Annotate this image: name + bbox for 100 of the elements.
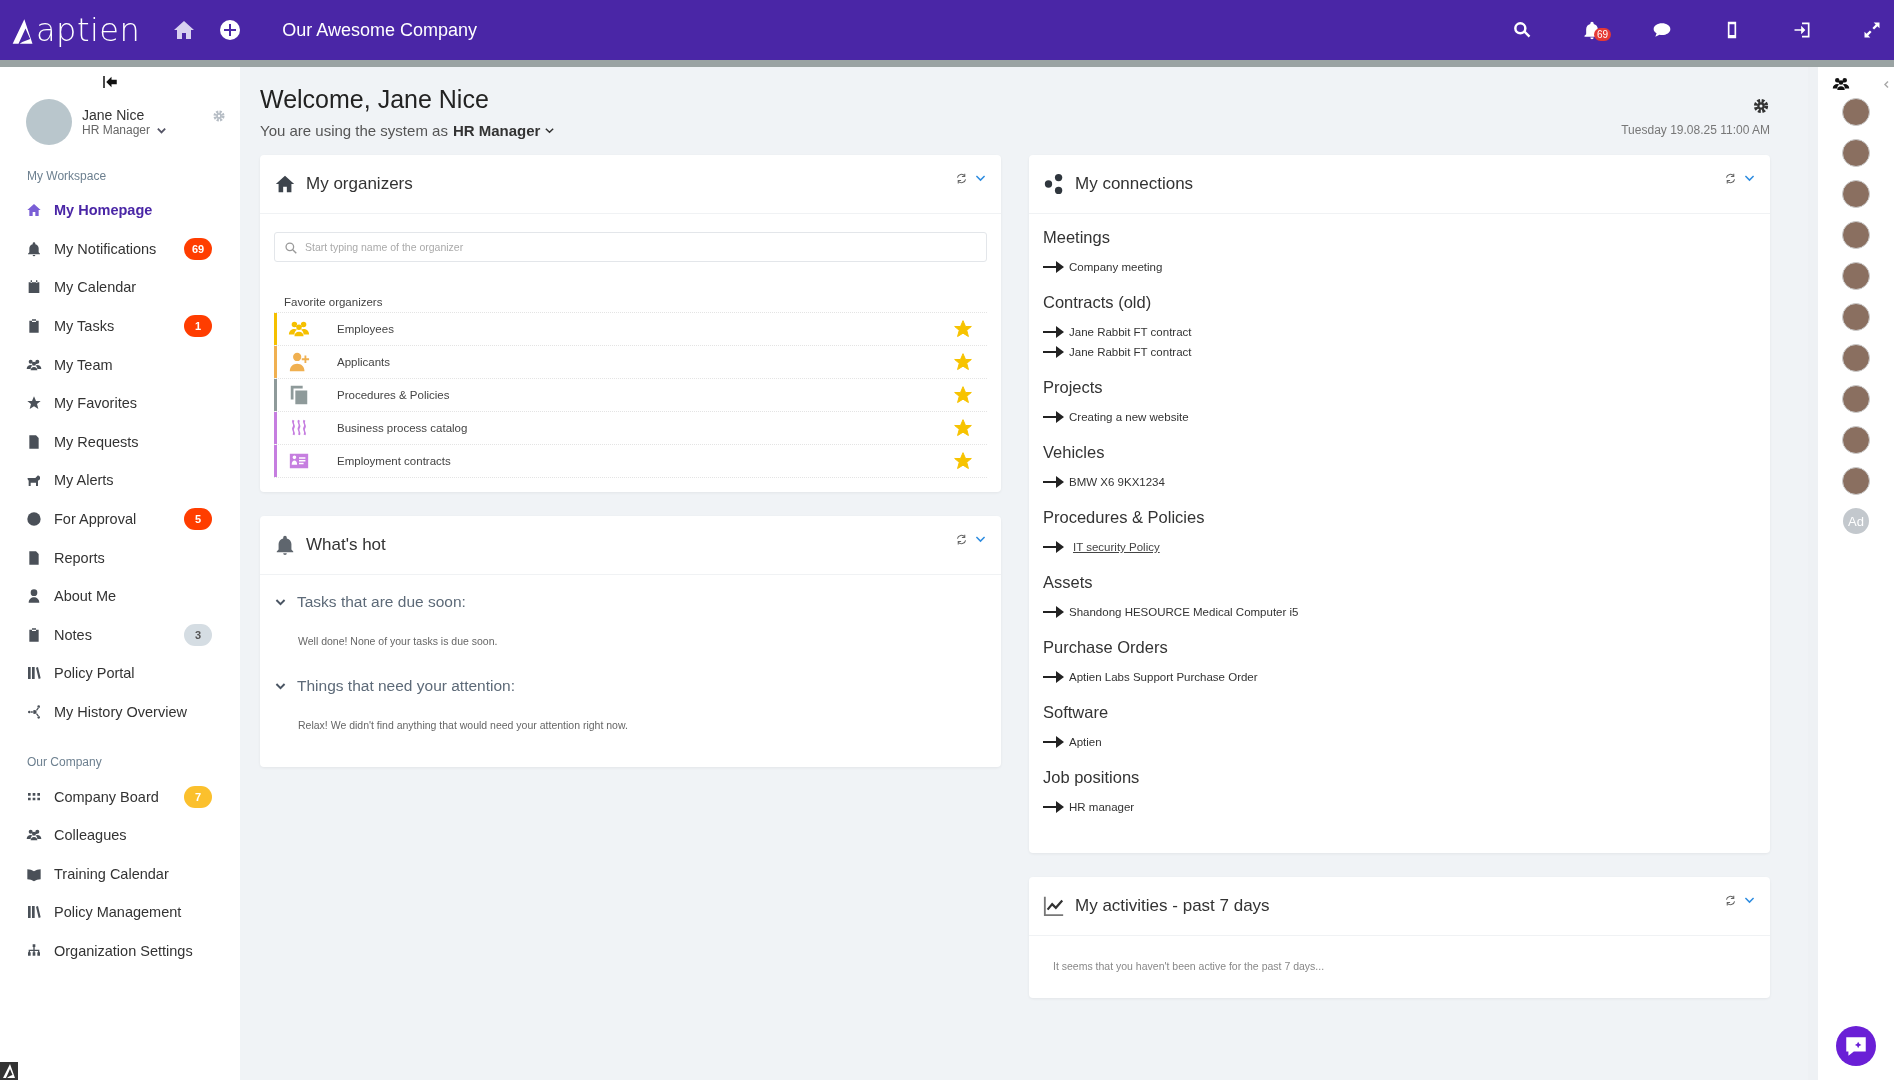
count-badge: 1 <box>184 315 212 338</box>
connection-item[interactable]: Jane Rabbit FT contract <box>1069 326 1192 338</box>
nav-item[interactable]: My Favorites <box>0 383 240 423</box>
colleague-avatar[interactable] <box>1842 426 1870 454</box>
calendar-icon <box>26 279 42 296</box>
organizer-row[interactable]: Employees <box>274 313 987 346</box>
count-badge: 3 <box>184 623 212 646</box>
home-icon <box>274 173 296 195</box>
connection-item[interactable]: Aptien <box>1069 736 1102 748</box>
logout-icon[interactable] <box>1792 20 1812 40</box>
organizer-name: Business process catalog <box>337 422 469 434</box>
colleague-avatar[interactable] <box>1842 344 1870 372</box>
nav-item[interactable]: My Notifications 69 <box>0 229 240 269</box>
arrow-icon <box>1043 411 1065 423</box>
search-icon <box>284 241 298 255</box>
nav-item[interactable]: My Tasks 1 <box>0 306 240 346</box>
arrow-icon <box>1043 326 1065 338</box>
star-icon[interactable] <box>953 451 973 471</box>
arrow-icon <box>1043 736 1065 748</box>
settings-icon[interactable] <box>1752 97 1770 115</box>
nav-item[interactable]: For Approval 5 <box>0 499 240 539</box>
search-field[interactable]: Start typing name of the organizer <box>274 232 987 262</box>
collapse-icon[interactable] <box>101 73 119 91</box>
expand-icon[interactable] <box>1862 20 1882 40</box>
count-badge: 7 <box>184 785 212 808</box>
connection-item[interactable]: Company meeting <box>1069 261 1163 273</box>
colleague-avatar[interactable] <box>1842 98 1870 126</box>
star-icon[interactable] <box>953 352 973 372</box>
nav-item[interactable]: Training Calendar <box>0 854 240 894</box>
nav-item[interactable]: Company Board 7 <box>0 777 240 816</box>
role-selector[interactable]: HR Manager <box>452 122 556 139</box>
nav-item[interactable]: Colleagues <box>0 815 240 855</box>
nav-item[interactable]: My History Overview <box>0 692 240 732</box>
nav-item[interactable]: My Calendar <box>0 268 240 307</box>
share-icon <box>1043 173 1065 195</box>
colleague-avatar[interactable] <box>1842 221 1870 249</box>
organizer-row[interactable]: Applicants <box>274 346 987 379</box>
nav-item[interactable]: Policy Portal <box>0 654 240 693</box>
nav-item[interactable]: My Requests <box>0 422 240 462</box>
organizer-name: Applicants <box>337 356 392 368</box>
section-toggle[interactable]: Things that need your attention: <box>274 677 987 695</box>
connection-item[interactable]: BMW X6 9KX1234 <box>1069 476 1165 488</box>
nav-item[interactable]: My Alerts <box>0 461 240 500</box>
arrow-icon <box>1043 606 1065 618</box>
nodes-icon <box>26 704 42 720</box>
chevron-down-icon <box>544 125 556 136</box>
info-message: Relax! We didn't find anything that would need your attention right now. <box>297 718 629 731</box>
colleague-avatar[interactable] <box>1842 180 1870 208</box>
colleague-avatar[interactable] <box>1842 385 1870 413</box>
panel-title: My connections <box>1075 174 1194 194</box>
chat-button[interactable] <box>1836 1026 1876 1066</box>
welcome-title: Welcome, Jane Nice <box>260 85 490 114</box>
nav-item[interactable]: Organization Settings <box>0 931 240 971</box>
nav-item[interactable]: Reports <box>0 538 240 577</box>
organizer-row[interactable]: Procedures & Policies <box>274 379 987 412</box>
refresh-icon[interactable] <box>955 533 968 546</box>
refresh-icon[interactable] <box>1724 894 1737 907</box>
colleague-avatar[interactable] <box>1842 139 1870 167</box>
people-icon[interactable] <box>1831 75 1850 93</box>
add-icon[interactable] <box>218 18 243 42</box>
connection-item[interactable]: Jane Rabbit FT contract <box>1069 346 1192 358</box>
books-icon <box>26 665 42 682</box>
document-icon <box>26 433 42 450</box>
nav-item[interactable]: About Me <box>0 576 240 616</box>
panel-title: What's hot <box>306 535 386 555</box>
connection-item[interactable]: Aptien Labs Support Purchase Order <box>1069 671 1258 683</box>
nav-item[interactable]: My Homepage <box>0 191 240 230</box>
colleague-avatar[interactable] <box>1842 262 1870 290</box>
group-heading: Meetings <box>1043 228 1111 247</box>
user-role[interactable]: HR Manager <box>82 123 202 137</box>
nav-item[interactable]: Policy Management <box>0 893 240 932</box>
nav-item[interactable]: My Team <box>0 345 240 384</box>
organizer-row[interactable]: Business process catalog <box>274 412 987 445</box>
info-message: It seems that you haven't been active for the past 7 days... <box>1053 960 1326 972</box>
organizer-name: Employment contracts <box>337 455 452 467</box>
refresh-icon[interactable] <box>1724 172 1737 185</box>
nav-item[interactable]: Notes 3 <box>0 615 240 655</box>
colleague-avatar[interactable] <box>1842 303 1870 331</box>
info-message: Well done! None of your tasks is due soon. <box>297 634 499 649</box>
colleague-avatar[interactable] <box>1842 467 1870 495</box>
company-name[interactable]: Our Awesome Company <box>282 19 478 41</box>
hierarchy-icon <box>26 943 42 959</box>
section-toggle[interactable]: Tasks that are due soon: <box>274 593 987 611</box>
connection-link[interactable]: IT security Policy <box>1073 541 1160 553</box>
connection-item[interactable]: Creating a new website <box>1069 411 1189 423</box>
connection-item[interactable]: Shandong HESOURCE Medical Computer i5 <box>1069 606 1299 618</box>
role-text: You are using the system as <box>260 122 448 139</box>
count-badge: 69 <box>184 237 212 260</box>
group-heading: Contracts (old) <box>1043 293 1153 312</box>
star-icon[interactable] <box>953 385 973 405</box>
connection-item[interactable]: HR manager <box>1069 801 1135 813</box>
panel-title: My activities - past 7 days <box>1075 896 1270 916</box>
organizer-row[interactable]: Employment contracts <box>274 445 987 478</box>
user-name: Jane Nice <box>82 107 146 123</box>
star-icon[interactable] <box>953 319 973 339</box>
search-icon[interactable] <box>1512 20 1532 40</box>
chat-icon[interactable] <box>1652 20 1672 40</box>
refresh-icon[interactable] <box>955 172 968 185</box>
person-plus-icon <box>287 351 311 373</box>
star-icon[interactable] <box>953 418 973 438</box>
